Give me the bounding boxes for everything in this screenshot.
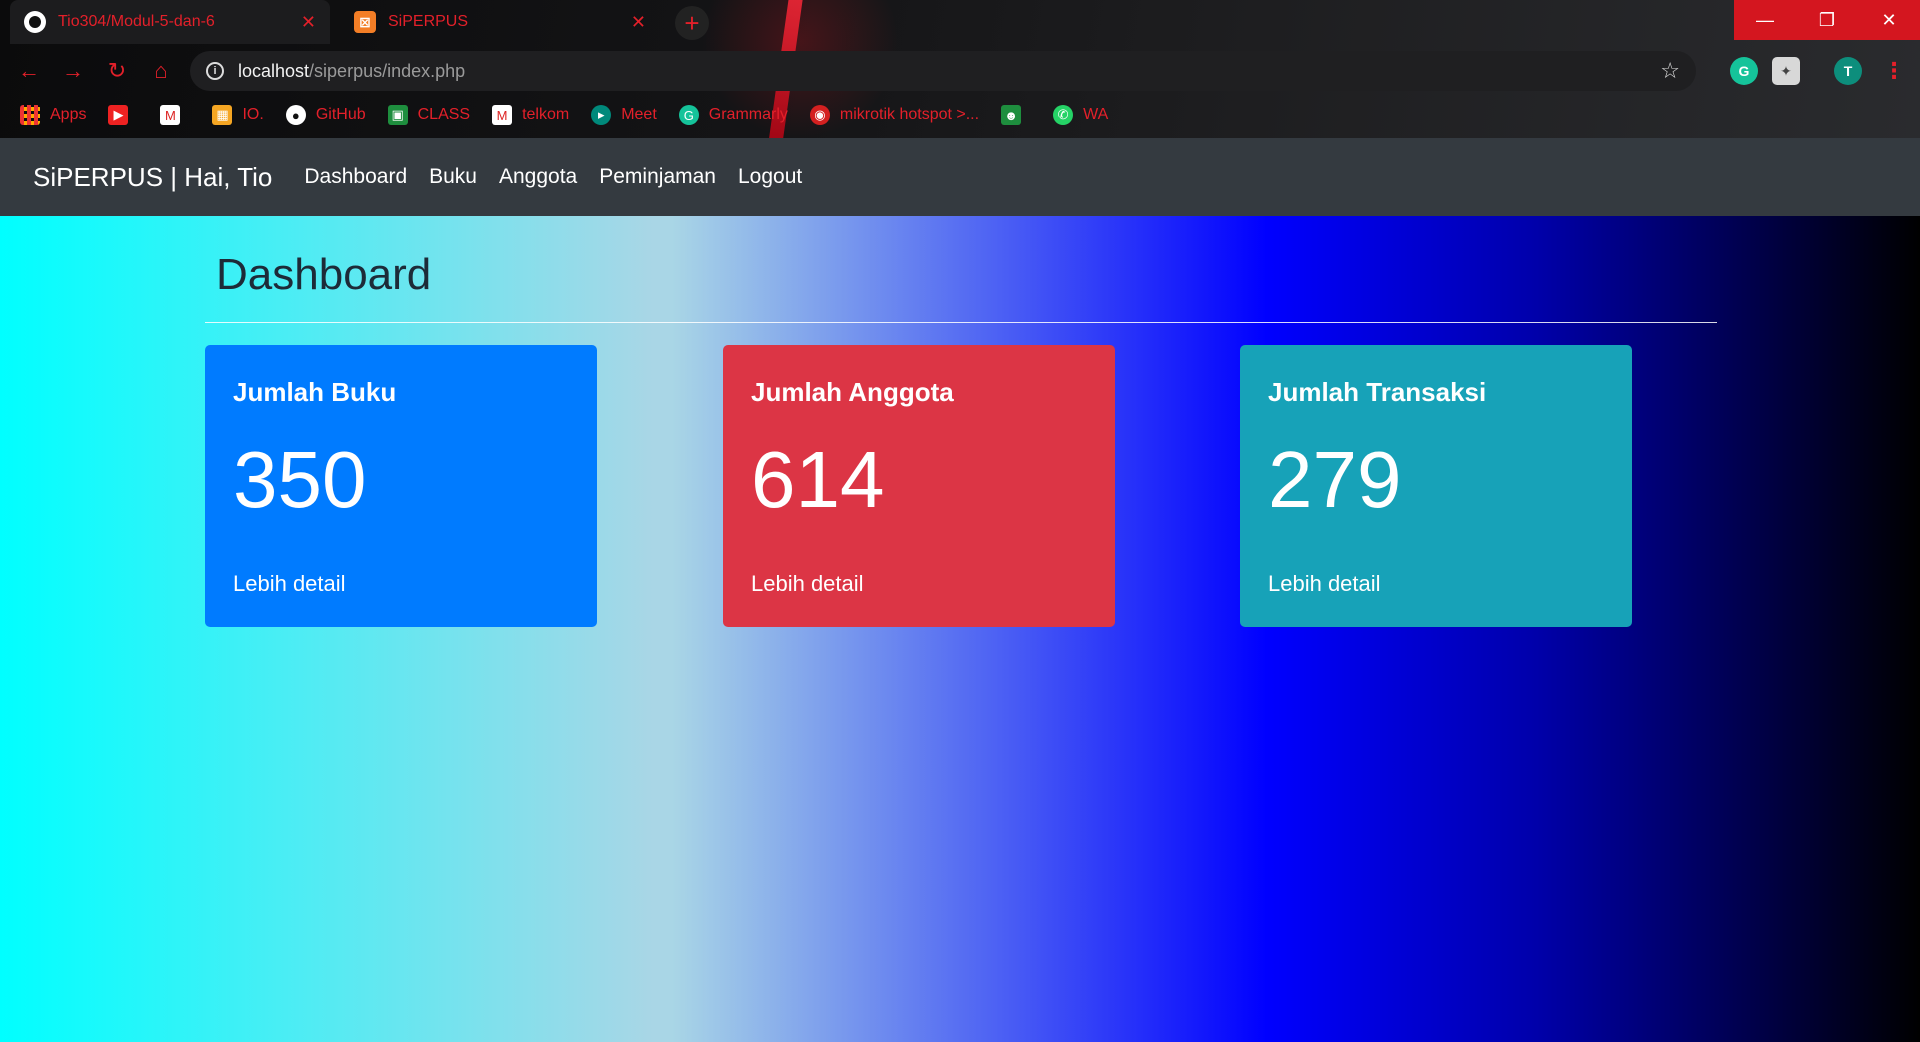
profile-avatar[interactable]: T	[1834, 57, 1862, 85]
menu-kebab-icon[interactable]: ⋮	[1880, 57, 1908, 85]
restore-button[interactable]: ❐	[1796, 0, 1858, 40]
bookmark-contacts[interactable]: ☻	[1001, 105, 1031, 125]
classroom-icon: ▣	[387, 105, 408, 125]
forward-arrow-icon[interactable]: →	[58, 56, 88, 86]
bookmark-label: Meet	[621, 106, 657, 123]
bookmark-whatsapp[interactable]: ✆ WA	[1053, 105, 1108, 125]
bookmark-youtube[interactable]: ▶	[108, 105, 138, 125]
bookmark-apps[interactable]: Apps	[20, 105, 86, 125]
grammarly-icon: G	[678, 105, 699, 125]
grammarly-extension-icon[interactable]: G	[1730, 57, 1758, 85]
bookmark-gmail[interactable]: M	[160, 105, 190, 125]
nav-link-peminjaman[interactable]: Peminjaman	[599, 165, 716, 189]
bookmark-github[interactable]: ● GitHub	[285, 105, 366, 125]
card-title: Jumlah Transaksi	[1268, 377, 1487, 407]
card-detail-link[interactable]: Lebih detail	[751, 571, 864, 597]
card-jumlah-anggota: Jumlah Anggota 614 Lebih detail	[723, 345, 1115, 627]
bookmarks-bar: Apps ▶ M ▦ IO. ● GitHub ▣ CLASS Mtelkom ▸ Me…	[0, 100, 1920, 130]
nav-link-anggota[interactable]: Anggota	[499, 165, 577, 189]
card-title: Jumlah Anggota	[751, 377, 954, 407]
home-icon[interactable]: ⌂	[146, 56, 176, 86]
github-icon	[24, 11, 46, 33]
bookmark-label: CLASS	[417, 106, 471, 123]
url-host: localhost	[238, 60, 310, 81]
tab-siperpus[interactable]: ⊠ SiPERPUS ✕	[340, 0, 660, 44]
bookmark-label: Grammarly	[708, 106, 788, 123]
gmail-icon: M	[160, 105, 181, 125]
dashboard-content: Dashboard Jumlah Buku 350 Lebih detail J…	[0, 216, 1920, 1042]
apps-grid-icon	[20, 105, 40, 125]
bookmark-label: IO.	[242, 106, 264, 123]
app-navbar: SiPERPUS | Hai, Tio Dashboard Buku Anggo…	[0, 138, 1920, 216]
bookmark-grammarly[interactable]: G Grammarly	[678, 105, 788, 125]
reload-icon[interactable]: ↻	[102, 56, 132, 86]
card-value: 279	[1268, 435, 1402, 524]
bookmark-telkom[interactable]: Mtelkom	[492, 105, 569, 125]
bookmark-label: telkom	[522, 106, 570, 123]
tab-label: SiPERPUS	[388, 13, 469, 30]
card-value: 614	[751, 435, 885, 524]
nav-link-dashboard[interactable]: Dashboard	[304, 165, 407, 189]
extension-icon[interactable]: ✦	[1772, 57, 1800, 85]
card-detail-link[interactable]: Lebih detail	[1268, 571, 1381, 597]
address-url[interactable]: localhost/siperpus/index.php	[238, 61, 465, 82]
mikrotik-icon: ◉	[809, 105, 830, 125]
navbar-brand[interactable]: SiPERPUS | Hai, Tio	[33, 162, 272, 193]
card-jumlah-buku: Jumlah Buku 350 Lebih detail	[205, 345, 597, 627]
bookmark-meet[interactable]: ▸ Meet	[591, 105, 657, 125]
github-icon: ●	[285, 105, 306, 125]
bookmark-label: GitHub	[315, 106, 366, 123]
io-icon: ▦	[212, 105, 233, 125]
bookmark-mikrotik[interactable]: ◉ mikrotik hotspot >...	[809, 105, 980, 125]
bookmark-class[interactable]: ▣ CLASS	[387, 105, 471, 125]
whatsapp-icon: ✆	[1053, 105, 1074, 125]
tab-label: Tio304/Modul-5-dan-6	[58, 13, 215, 30]
card-detail-link[interactable]: Lebih detail	[233, 571, 346, 597]
bookmark-label: Apps	[50, 106, 87, 123]
url-path: /siperpus/index.php	[309, 60, 466, 81]
minimize-button[interactable]: —	[1734, 0, 1796, 40]
window-close-button[interactable]: ✕	[1858, 0, 1920, 40]
title-divider	[205, 322, 1717, 323]
info-icon[interactable]: i	[206, 62, 224, 80]
bookmark-io[interactable]: ▦ IO.	[212, 105, 264, 125]
nav-link-logout[interactable]: Logout	[738, 165, 802, 189]
youtube-icon: ▶	[108, 105, 129, 125]
gmail-icon: M	[492, 105, 513, 125]
bookmark-star-icon[interactable]: ☆	[1660, 58, 1680, 84]
tab-github[interactable]: Tio304/Modul-5-dan-6 ✕	[10, 0, 330, 44]
card-jumlah-transaksi: Jumlah Transaksi 279 Lebih detail	[1240, 345, 1632, 627]
meet-icon: ▸	[591, 105, 612, 125]
bookmark-label: WA	[1083, 106, 1109, 123]
address-bar[interactable]: i localhost/siperpus/index.php ☆	[190, 51, 1696, 91]
bookmark-label: mikrotik hotspot >...	[839, 106, 980, 123]
page-title: Dashboard	[216, 250, 432, 299]
card-value: 350	[233, 435, 367, 524]
browser-chrome: Tio304/Modul-5-dan-6 ✕ ⊠ SiPERPUS ✕ + — …	[0, 0, 1920, 138]
close-icon[interactable]: ✕	[631, 12, 646, 33]
contacts-icon: ☻	[1001, 105, 1022, 125]
xampp-icon: ⊠	[354, 11, 376, 33]
card-title: Jumlah Buku	[233, 377, 397, 407]
new-tab-button[interactable]: +	[675, 6, 709, 40]
nav-link-buku[interactable]: Buku	[429, 165, 477, 189]
close-icon[interactable]: ✕	[301, 12, 316, 33]
back-arrow-icon[interactable]: ←	[14, 56, 44, 86]
